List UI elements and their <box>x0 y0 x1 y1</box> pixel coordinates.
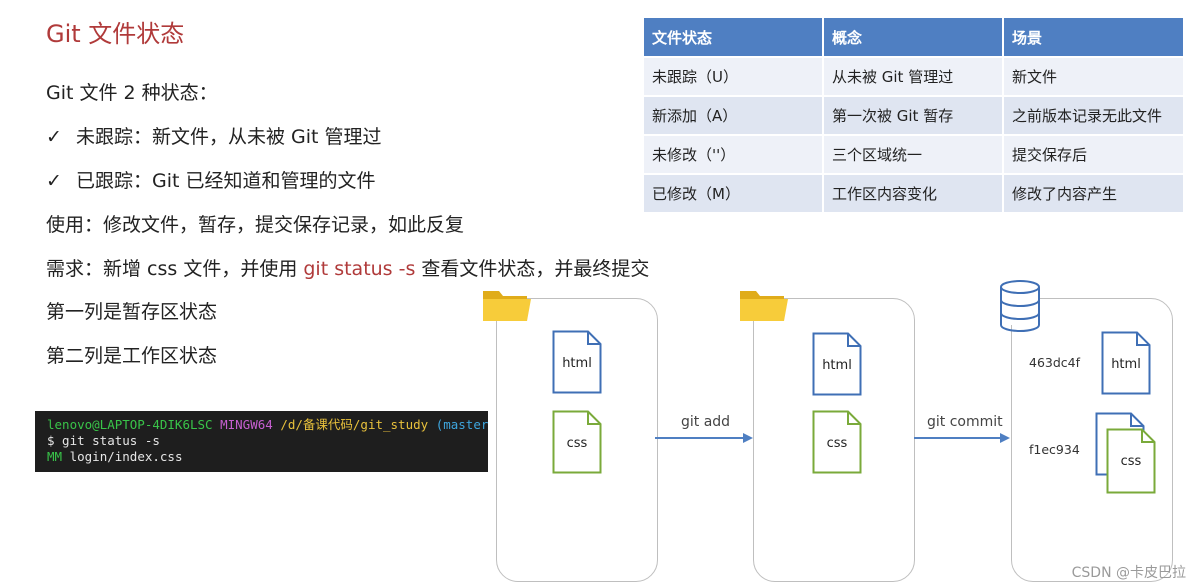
file-label: css <box>566 436 588 451</box>
css-commit-hash: f1ec934 <box>1029 442 1080 457</box>
table-header: 文件状态 <box>644 18 824 57</box>
folder-icon <box>740 291 788 321</box>
untracked-text: 未跟踪：新文件，从未被 Git 管理过 <box>76 126 382 148</box>
table-cell: 已修改（M） <box>644 173 824 212</box>
table-cell: 修改了内容产生 <box>1003 173 1183 212</box>
table-row: 新添加（A） 第一次被 Git 暂存 之前版本记录无此文件 <box>644 95 1183 135</box>
file-label: css <box>826 436 848 451</box>
column1-note: 第一列是暂存区状态 <box>46 301 218 323</box>
table-cell: 第一次被 Git 暂存 <box>823 95 1004 135</box>
usage-line: 使用：修改文件，暂存，提交保存记录，如此反复 <box>46 214 465 236</box>
states-intro: Git 文件 2 种状态： <box>46 82 218 104</box>
check-icon: ✓ <box>46 126 62 148</box>
file-label: html <box>1111 357 1141 372</box>
css-file-icon: css <box>1106 428 1156 494</box>
table-cell: 新文件 <box>1003 56 1183 96</box>
table-header: 概念 <box>823 18 1004 57</box>
terminal-output: lenovo@LAPTOP-4DIK6LSC MINGW64 /d/备课代码/g… <box>35 411 488 472</box>
table-cell: 未跟踪（U） <box>644 56 824 96</box>
table-cell: 从未被 Git 管理过 <box>823 56 1004 96</box>
table-cell: 工作区内容变化 <box>823 173 1004 212</box>
table-row: 未修改（''） 三个区域统一 提交保存后 <box>644 134 1183 174</box>
page-title: Git 文件状态 <box>46 20 185 48</box>
table-header: 场景 <box>1003 18 1183 57</box>
folder-icon <box>483 291 531 321</box>
html-file-icon: html <box>552 330 602 394</box>
terminal-user: lenovo@LAPTOP-4DIK6LSC <box>47 417 213 432</box>
arrow-right-icon <box>655 433 753 443</box>
html-file-icon: html <box>812 332 862 396</box>
column2-note: 第二列是工作区状态 <box>46 345 218 367</box>
untracked-bullet: ✓ 未跟踪：新文件，从未被 Git 管理过 <box>46 122 382 149</box>
table-row: 已修改（M） 工作区内容变化 修改了内容产生 <box>644 173 1183 212</box>
terminal-status-file: login/index.css <box>62 449 183 464</box>
table-cell: 提交保存后 <box>1003 134 1183 174</box>
table-header-row: 文件状态 概念 场景 <box>644 18 1183 57</box>
git-commit-label: git commit <box>927 414 1003 430</box>
database-icon <box>1000 280 1040 332</box>
tracked-bullet: ✓ 已跟踪：Git 已经知道和管理的文件 <box>46 166 376 193</box>
table-cell: 三个区域统一 <box>823 134 1004 174</box>
table-cell: 未修改（''） <box>644 134 824 174</box>
html-file-icon: html <box>1101 331 1151 395</box>
terminal-command: $ git status -s <box>47 433 160 448</box>
requirement-line: 需求：新增 css 文件，并使用 git status -s 查看文件状态，并最… <box>46 254 649 281</box>
html-commit-hash: 463dc4f <box>1029 355 1081 370</box>
watermark: CSDN @卡皮巴拉 <box>1071 565 1186 581</box>
requirement-tail: 查看文件状态，并最终提交 <box>415 258 650 280</box>
file-label: html <box>822 358 852 373</box>
css-file-icon: css <box>552 410 602 474</box>
terminal-status-code: MM <box>47 449 63 464</box>
file-label: css <box>1120 454 1142 469</box>
command-highlight: git status -s <box>303 258 416 280</box>
table-cell: 新添加（A） <box>644 95 824 135</box>
file-label: html <box>562 356 592 371</box>
status-table: 文件状态 概念 场景 未跟踪（U） 从未被 Git 管理过 新文件 新添加（A）… <box>644 18 1183 212</box>
tracked-text: 已跟踪：Git 已经知道和管理的文件 <box>76 170 376 192</box>
css-file-icon: css <box>812 410 862 474</box>
terminal-branch: (master) <box>435 417 488 432</box>
requirement-text: 需求：新增 css 文件，并使用 <box>46 258 304 280</box>
terminal-path: /d/备课代码/git_study <box>280 417 429 432</box>
arrow-right-icon <box>914 433 1010 443</box>
table-cell: 之前版本记录无此文件 <box>1003 95 1183 135</box>
terminal-shell: MINGW64 <box>220 417 273 432</box>
table-row: 未跟踪（U） 从未被 Git 管理过 新文件 <box>644 56 1183 96</box>
check-icon: ✓ <box>46 170 62 192</box>
git-add-label: git add <box>681 414 731 430</box>
